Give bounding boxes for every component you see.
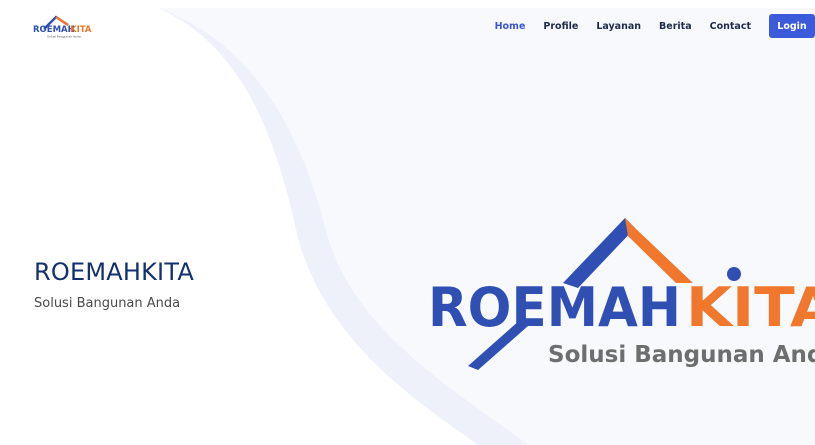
hero-logo: ROEMAH KITA Solusi Bangunan Anda <box>428 218 815 370</box>
hero-logo-dot <box>727 267 741 281</box>
nav-logo-name-part2: KITA <box>70 25 92 35</box>
nav-logo-tagline: Solusi Bangunan Anda <box>47 35 81 39</box>
login-button[interactable]: Login <box>769 14 815 38</box>
page: ROEMAH KITA Solusi Bangunan Anda Home Pr… <box>8 8 815 445</box>
nav-link-contact[interactable]: Contact <box>710 21 751 32</box>
nav-link-home[interactable]: Home <box>495 21 526 32</box>
nav-link-profile[interactable]: Profile <box>543 21 578 32</box>
nav-link-berita[interactable]: Berita <box>659 21 692 32</box>
navbar: ROEMAH KITA Solusi Bangunan Anda Home Pr… <box>8 8 815 44</box>
hero-logo-name-part2: KITA <box>686 276 815 339</box>
nav-logo-name-part1: ROEMAH <box>33 25 75 35</box>
nav-links: Home Profile Layanan Berita Contact Logi… <box>495 14 815 38</box>
hero-text: ROEMAHKITA Solusi Bangunan Anda <box>34 258 194 311</box>
hero-subtitle: Solusi Bangunan Anda <box>34 296 181 311</box>
hero-logo-name-part1: ROEMAH <box>428 276 681 339</box>
hero-logo-tagline: Solusi Bangunan Anda <box>548 342 815 368</box>
hero-title: ROEMAHKITA <box>34 258 194 286</box>
nav-link-layanan[interactable]: Layanan <box>596 21 641 32</box>
nav-logo[interactable]: ROEMAH KITA Solusi Bangunan Anda <box>32 13 96 39</box>
